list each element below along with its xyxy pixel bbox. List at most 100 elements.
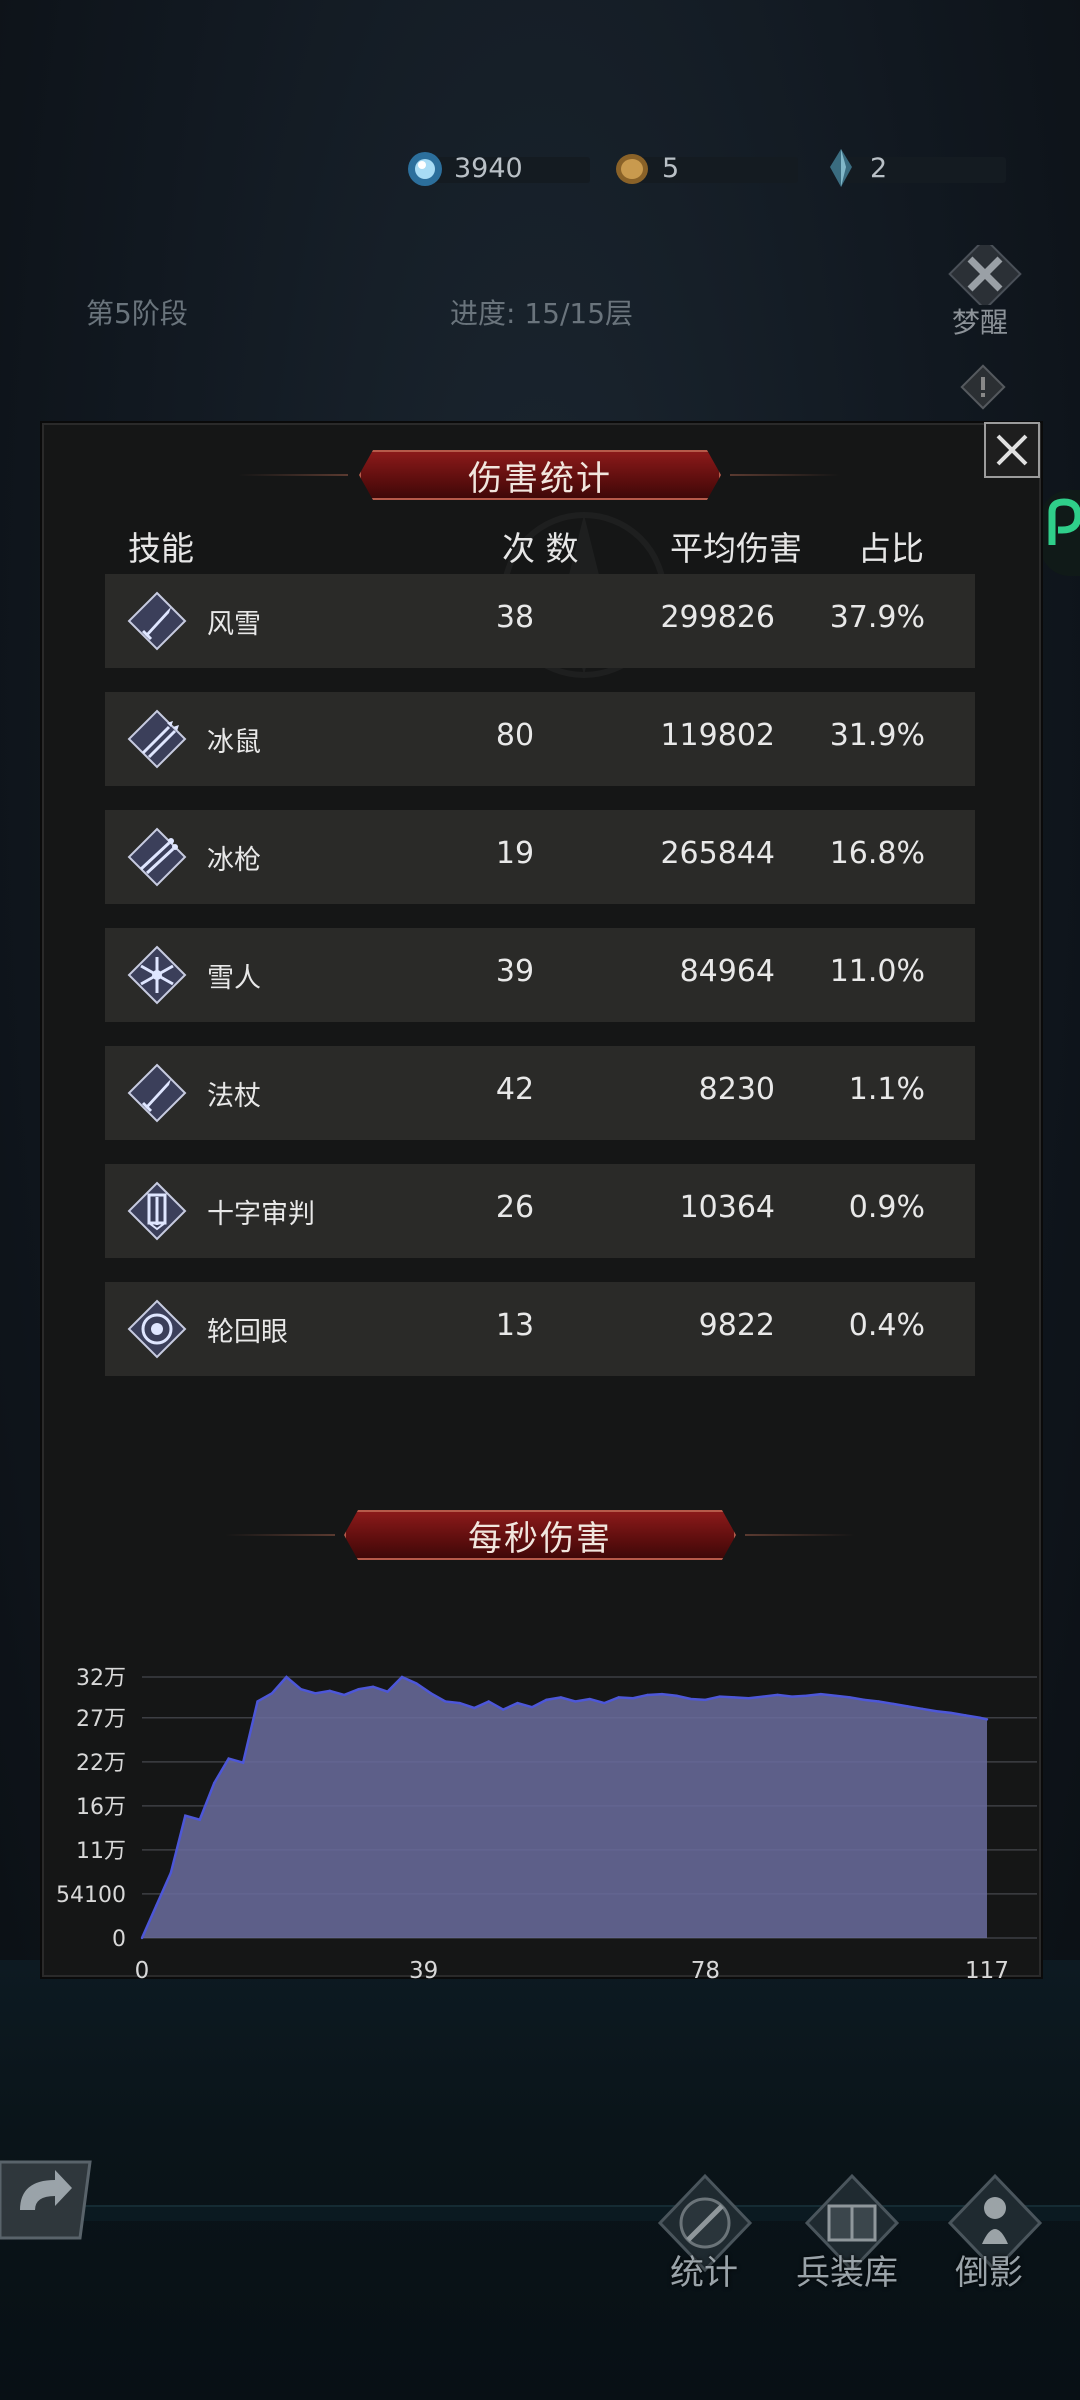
damage-stats-title: 伤害统计 — [468, 458, 612, 499]
dps-point — [704, 1698, 707, 1702]
dps-point — [819, 1692, 823, 1696]
dps-point — [299, 1688, 303, 1691]
dps-point — [675, 1694, 678, 1697]
skill-avg: 84964 — [679, 954, 775, 989]
header-count: 次 数 — [502, 529, 579, 568]
skill-count: 26 — [495, 1190, 535, 1225]
dps-chart: 0 54100 11万 16万 22万 27万 32万 0 39 78 117 — [42, 1655, 1042, 1995]
table-row: 冰枪 19 265844 16.8% — [105, 810, 975, 904]
dps-point — [603, 1701, 606, 1705]
skill-avg: 299826 — [660, 600, 775, 635]
dps-point — [776, 1693, 779, 1697]
alert-icon[interactable] — [958, 362, 1008, 412]
table-row: 风雪 38 299826 37.9% — [105, 574, 975, 668]
dps-point — [314, 1692, 317, 1695]
dps-point — [473, 1706, 476, 1710]
skill-count: 39 — [495, 954, 535, 989]
banner2-line-left — [225, 1508, 335, 1562]
spears-icon — [127, 827, 187, 887]
dps-point — [429, 1692, 433, 1695]
dps-point — [458, 1701, 461, 1705]
dps-banner: 每秒伤害 — [320, 1508, 760, 1562]
resource-water: 3940 — [402, 148, 590, 188]
dps-point — [155, 1904, 158, 1907]
dps-point — [891, 1702, 895, 1706]
y-tick-label: 32万 — [76, 1666, 126, 1691]
dps-point — [241, 1761, 245, 1764]
sword-icon — [127, 591, 187, 651]
skill-name: 冰枪 — [207, 845, 261, 876]
banner-line-left — [238, 448, 348, 502]
awaken-button[interactable]: 梦醒 — [942, 237, 1028, 339]
skill-avg: 119802 — [660, 718, 775, 753]
background-lower — [0, 1960, 1080, 2400]
arrows-icon — [127, 709, 187, 769]
dps-point — [790, 1695, 794, 1698]
background-rail — [0, 2205, 1080, 2221]
skill-ratio: 0.4% — [848, 1308, 925, 1343]
skill-count: 13 — [495, 1308, 535, 1343]
dps-point — [964, 1714, 967, 1717]
dps-point — [213, 1781, 216, 1785]
close-icon — [996, 434, 1028, 466]
dps-point — [386, 1690, 389, 1693]
header-ratio: 占比 — [858, 529, 924, 568]
dps-point — [198, 1818, 201, 1821]
resource-water-value: 3940 — [454, 152, 523, 184]
dps-point — [530, 1705, 534, 1709]
y-tick-label: 0 — [112, 1927, 126, 1952]
close-button[interactable] — [984, 422, 1040, 478]
dps-point — [949, 1711, 953, 1715]
skill-avg: 8230 — [698, 1072, 775, 1107]
skill-avg: 9822 — [698, 1308, 775, 1343]
header-avg: 平均伤害 — [670, 529, 802, 568]
skill-ratio: 11.0% — [829, 954, 925, 989]
stage-progress: 进度: 15/15层 — [450, 297, 634, 330]
skill-ratio: 16.8% — [829, 836, 925, 871]
snowflake-icon — [127, 945, 187, 1005]
nav-armory-label: 兵装库 — [796, 2253, 898, 2293]
dps-point — [285, 1675, 288, 1679]
dps-point — [559, 1696, 563, 1699]
resource-crystal-value: 2 — [870, 152, 888, 184]
dps-point — [660, 1692, 664, 1696]
coin-icon — [616, 154, 648, 184]
resource-crystal: 2 — [818, 148, 1006, 188]
awaken-x-icon — [948, 237, 1022, 311]
skill-avg: 265844 — [660, 836, 775, 871]
dps-point — [718, 1695, 721, 1698]
skill-name: 轮回眼 — [207, 1317, 288, 1348]
skill-name: 冰鼠 — [207, 727, 261, 758]
x-tick-label: 39 — [409, 1958, 438, 1984]
skill-count: 38 — [495, 600, 535, 635]
resource-coin-value: 5 — [662, 152, 680, 184]
y-tick-label: 11万 — [76, 1839, 126, 1864]
y-tick-label: 16万 — [76, 1795, 126, 1820]
dps-point — [545, 1698, 548, 1702]
x-tick-label: 117 — [965, 1958, 1009, 1984]
dps-point — [328, 1689, 331, 1693]
dps-point — [270, 1692, 274, 1695]
back-arrow-icon[interactable] — [0, 2150, 100, 2250]
banner-icon — [127, 1181, 187, 1241]
skill-count: 19 — [495, 836, 535, 871]
dps-point — [978, 1716, 981, 1719]
dps-point — [689, 1697, 693, 1701]
leaf-p-icon — [1048, 498, 1080, 545]
dps-point — [733, 1696, 736, 1699]
dps-point — [415, 1682, 418, 1685]
dps-point — [805, 1694, 808, 1697]
dps-chart-svg: 0 54100 11万 16万 22万 27万 32万 0 39 78 117 — [56, 1666, 1042, 1984]
x-tick-label: 0 — [135, 1958, 150, 1984]
dps-point — [516, 1701, 519, 1705]
skill-ratio: 0.9% — [848, 1190, 925, 1225]
table-row: 轮回眼 13 9822 0.4% — [105, 1282, 975, 1376]
dps-point — [646, 1693, 649, 1697]
dps-point — [906, 1705, 909, 1708]
table-row: 雪人 39 84964 11.0% — [105, 928, 975, 1022]
side-tab[interactable] — [1040, 490, 1080, 576]
dps-point — [357, 1688, 360, 1691]
y-tick-label: 22万 — [76, 1751, 126, 1776]
dps-point — [985, 1718, 989, 1721]
dps-point — [256, 1700, 259, 1703]
